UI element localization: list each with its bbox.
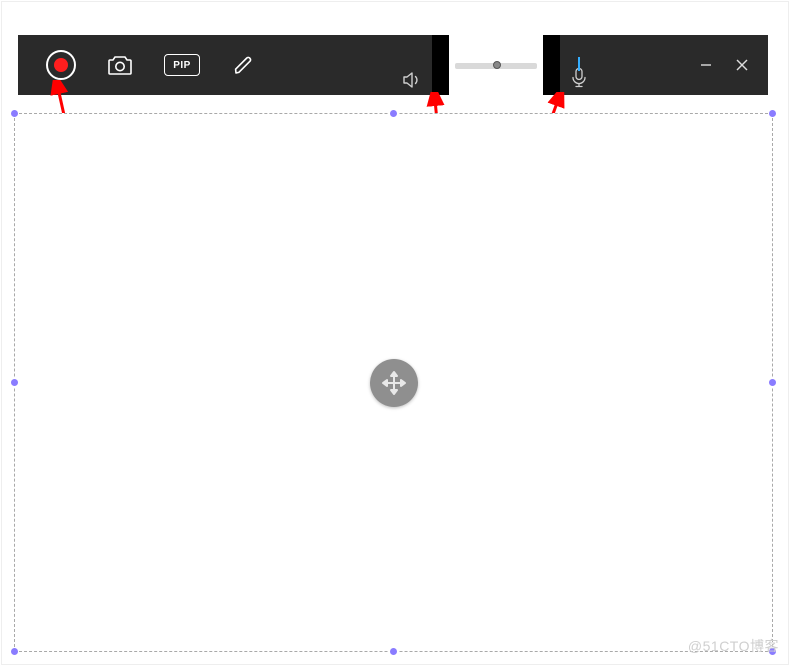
minimize-button[interactable]: [688, 47, 724, 83]
annotate-button[interactable]: [228, 49, 260, 81]
speaker-icon: [402, 71, 422, 89]
mic-level-indicator: [578, 57, 580, 71]
preview-thumbnail[interactable]: [432, 35, 560, 95]
record-icon: [54, 58, 68, 72]
move-handle[interactable]: [370, 359, 418, 407]
record-button[interactable]: [46, 50, 76, 80]
pip-button[interactable]: PIP: [164, 54, 200, 76]
close-icon: [735, 58, 749, 72]
system-audio-button[interactable]: [392, 35, 432, 95]
recording-region[interactable]: [14, 113, 773, 652]
resize-handle-rm[interactable]: [768, 378, 777, 387]
pencil-icon: [233, 54, 255, 76]
minimize-icon: [699, 58, 713, 72]
preview-image: [449, 35, 543, 95]
resize-handle-tl[interactable]: [10, 109, 19, 118]
recorder-toolbar: PIP: [18, 35, 768, 95]
close-button[interactable]: [724, 47, 760, 83]
resize-handle-bl[interactable]: [10, 647, 19, 656]
watermark: @51CTO博客: [688, 636, 779, 656]
resize-handle-tm[interactable]: [389, 109, 398, 118]
preview-border-right: [543, 35, 560, 95]
preview-border-left: [432, 35, 449, 95]
resize-handle-bm[interactable]: [389, 647, 398, 656]
move-icon: [380, 369, 408, 397]
resize-handle-tr[interactable]: [768, 109, 777, 118]
camera-button[interactable]: [104, 49, 136, 81]
camera-icon: [107, 54, 133, 76]
resize-handle-lm[interactable]: [10, 378, 19, 387]
microphone-button[interactable]: [560, 35, 598, 95]
